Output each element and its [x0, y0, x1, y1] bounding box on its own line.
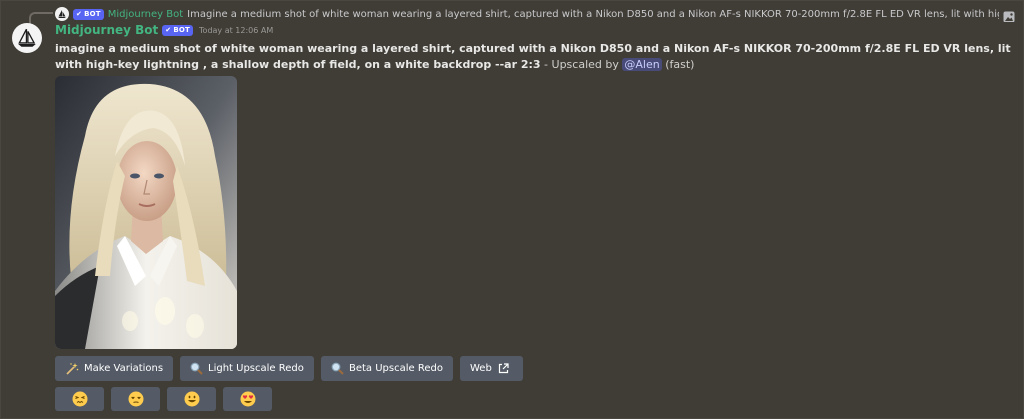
message-header: Midjourney Bot ✔ BOT Today at 12:06 AM	[55, 23, 273, 37]
smiley-face-icon	[184, 391, 199, 407]
reaction-heart-eyes-button[interactable]	[223, 387, 272, 411]
magnifier-icon	[331, 362, 344, 375]
bot-badge: ✔ BOT	[162, 24, 194, 36]
external-link-icon	[498, 363, 509, 374]
generated-image[interactable]	[55, 76, 237, 349]
message-frame: ✔ BOT Midjourney Bot Imagine a medium sho…	[0, 0, 1024, 419]
message-content: imagine a medium shot of white woman wea…	[55, 41, 1015, 73]
timestamp: Today at 12:06 AM	[199, 25, 274, 35]
bot-badge-label: BOT	[173, 26, 191, 34]
sailboat-icon	[58, 10, 66, 18]
reply-author[interactable]: Midjourney Bot	[108, 9, 183, 20]
reaction-smiley-button[interactable]	[167, 387, 216, 411]
author-avatar[interactable]	[12, 23, 42, 53]
beta-upscale-redo-label: Beta Upscale Redo	[349, 363, 443, 374]
heart-eyes-face-icon	[240, 391, 255, 407]
reaction-persevering-button[interactable]	[55, 387, 104, 411]
image-icon	[1003, 8, 1015, 22]
portrait-image	[55, 76, 237, 349]
web-button[interactable]: Web	[460, 356, 523, 381]
web-label: Web	[470, 363, 492, 374]
make-variations-button[interactable]: Make Variations	[55, 356, 173, 381]
unamused-face-icon	[128, 391, 143, 407]
mode-text: (fast)	[661, 58, 695, 71]
sailboat-icon	[18, 28, 36, 47]
beta-upscale-redo-button[interactable]: Beta Upscale Redo	[321, 356, 453, 381]
sparkle-wand-icon	[65, 362, 79, 376]
reply-text[interactable]: Imagine a medium shot of white woman wea…	[187, 9, 999, 20]
author-name[interactable]: Midjourney Bot	[55, 23, 158, 37]
persevering-face-icon	[72, 391, 87, 407]
bot-badge-label: BOT	[84, 10, 101, 18]
upscaled-text: - Upscaled by	[540, 58, 623, 71]
reply-preview[interactable]: ✔ BOT Midjourney Bot Imagine a medium sho…	[29, 6, 1015, 22]
reply-avatar[interactable]	[55, 7, 69, 21]
user-mention[interactable]: @Alen	[622, 58, 662, 71]
prompt-text: imagine a medium shot of white woman wea…	[55, 42, 1011, 71]
magnifier-icon	[190, 362, 203, 375]
light-upscale-redo-button[interactable]: Light Upscale Redo	[180, 356, 314, 381]
action-buttons: Make Variations Light Upscale Redo Beta …	[55, 356, 523, 381]
bot-badge: ✔ BOT	[73, 8, 104, 20]
reaction-unamused-button[interactable]	[111, 387, 160, 411]
light-upscale-redo-label: Light Upscale Redo	[208, 363, 304, 374]
make-variations-label: Make Variations	[84, 363, 164, 374]
reaction-buttons	[55, 387, 272, 411]
